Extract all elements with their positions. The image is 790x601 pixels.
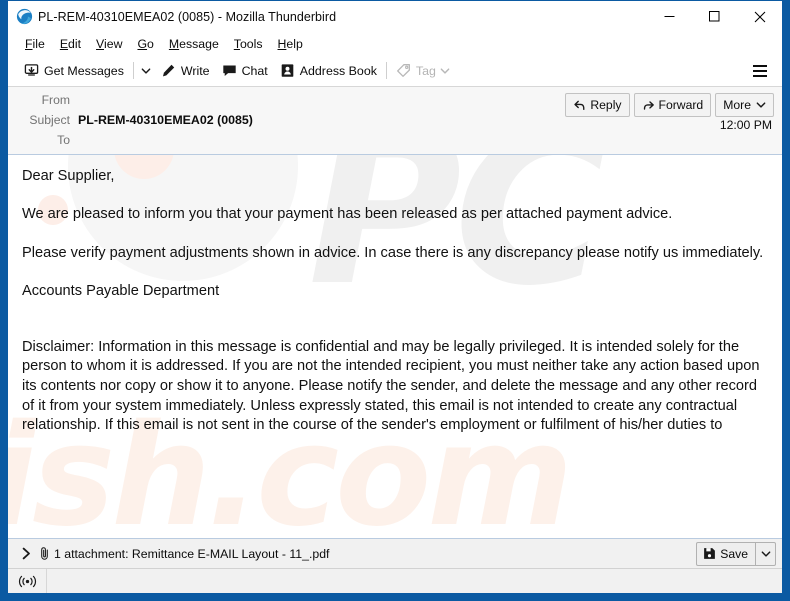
reply-arrow-icon bbox=[573, 99, 586, 112]
subject-value: PL-REM-40310EMEA02 (0085) bbox=[78, 113, 253, 127]
floppy-disk-icon bbox=[703, 547, 716, 560]
attachment-bar: 1 attachment: Remittance E-MAIL Layout -… bbox=[8, 538, 782, 568]
paperclip-icon bbox=[35, 546, 54, 561]
to-label: To bbox=[57, 133, 70, 147]
menu-go[interactable]: Go bbox=[130, 35, 161, 53]
toolbar-separator-1 bbox=[132, 62, 134, 79]
save-attachment-button[interactable]: Save bbox=[696, 541, 776, 566]
window-controls bbox=[647, 1, 782, 32]
menu-view-rest: iew bbox=[104, 36, 123, 51]
status-bar bbox=[8, 568, 782, 593]
message-header: Reply Forward More 12:00 PM From Subject… bbox=[8, 87, 782, 155]
forward-button[interactable]: Forward bbox=[633, 93, 712, 117]
body-greeting: Dear Supplier, bbox=[22, 168, 115, 184]
thunderbird-window: PL-REM-40310EMEA02 (0085) - Mozilla Thun… bbox=[0, 0, 790, 601]
title-bar: PL-REM-40310EMEA02 (0085) - Mozilla Thun… bbox=[8, 1, 782, 32]
more-button[interactable]: More bbox=[715, 93, 774, 117]
menu-help[interactable]: Help bbox=[271, 35, 311, 53]
close-icon[interactable] bbox=[737, 1, 782, 32]
tag-icon bbox=[396, 63, 411, 78]
more-label: More bbox=[723, 98, 751, 112]
get-messages-dropdown[interactable] bbox=[137, 58, 155, 84]
menu-file-rest: ile bbox=[32, 36, 45, 51]
more-chevron-down-icon bbox=[756, 100, 766, 110]
address-book-button[interactable]: Address Book bbox=[274, 58, 383, 84]
from-label: From bbox=[41, 93, 70, 107]
tag-label: Tag bbox=[415, 63, 436, 78]
menu-bar: File Edit View Go Message Tools Help bbox=[8, 32, 782, 55]
minimize-icon[interactable] bbox=[647, 1, 692, 32]
window-title: PL-REM-40310EMEA02 (0085) - Mozilla Thun… bbox=[38, 9, 337, 24]
download-inbox-icon bbox=[24, 63, 39, 78]
message-text: Dear Supplier, We are pleased to inform … bbox=[22, 167, 768, 436]
thunderbird-icon bbox=[16, 8, 33, 25]
menu-file[interactable]: File bbox=[18, 35, 53, 53]
save-label: Save bbox=[720, 546, 748, 561]
body-disclaimer: Disclaimer: Information in this message … bbox=[22, 338, 760, 434]
get-messages-label: Get Messages bbox=[44, 63, 124, 78]
menu-view[interactable]: View bbox=[89, 35, 130, 53]
attachment-label: 1 attachment: Remittance E-MAIL Layout -… bbox=[54, 546, 330, 561]
tag-dropdown-chevron-down-icon[interactable] bbox=[436, 58, 454, 84]
menu-message-rest: essage bbox=[179, 36, 219, 51]
subject-label: Subject bbox=[29, 113, 70, 127]
menu-tools[interactable]: Tools bbox=[227, 35, 271, 53]
chat-button[interactable]: Chat bbox=[216, 58, 274, 84]
chat-bubble-icon bbox=[222, 63, 237, 78]
maximize-icon[interactable] bbox=[692, 1, 737, 32]
menu-message[interactable]: Message bbox=[162, 35, 227, 53]
broadcast-online-icon[interactable] bbox=[8, 569, 47, 593]
menu-help-rest: elp bbox=[286, 36, 303, 51]
main-toolbar: Get Messages Write Chat Address Book Tag bbox=[8, 55, 782, 87]
save-button-main[interactable]: Save bbox=[697, 543, 755, 565]
tag-button[interactable]: Tag bbox=[390, 58, 460, 84]
reply-button[interactable]: Reply bbox=[565, 93, 630, 117]
header-row-to: To bbox=[8, 133, 782, 153]
get-messages-button[interactable]: Get Messages bbox=[18, 58, 130, 84]
window-inner: PL-REM-40310EMEA02 (0085) - Mozilla Thun… bbox=[8, 1, 782, 593]
write-button[interactable]: Write bbox=[155, 58, 216, 84]
attachment-expand-chevron-right-icon[interactable] bbox=[18, 544, 35, 564]
address-book-icon bbox=[280, 63, 295, 78]
menu-tools-rest: ools bbox=[239, 36, 263, 51]
pencil-icon bbox=[161, 63, 176, 78]
body-signature: Accounts Payable Department bbox=[22, 283, 220, 300]
reply-label: Reply bbox=[590, 98, 622, 112]
address-book-label: Address Book bbox=[299, 63, 377, 78]
menu-edit-rest: dit bbox=[68, 36, 82, 51]
message-actions: Reply Forward More bbox=[565, 93, 774, 117]
toolbar-separator-2 bbox=[385, 62, 387, 79]
app-menu-hamburger-icon[interactable] bbox=[750, 58, 770, 84]
message-body: PC ish.com Dear Supplier, We are pleased… bbox=[8, 155, 782, 538]
menu-go-rest: o bbox=[147, 36, 154, 51]
body-paragraph-1: We are pleased to inform you that your p… bbox=[22, 206, 673, 223]
forward-arrow-icon bbox=[642, 99, 655, 112]
message-timestamp: 12:00 PM bbox=[719, 118, 772, 132]
forward-label: Forward bbox=[658, 98, 704, 112]
chat-label: Chat bbox=[241, 63, 268, 78]
menu-edit[interactable]: Edit bbox=[53, 35, 89, 53]
write-label: Write bbox=[180, 63, 210, 78]
body-paragraph-2: Please verify payment adjustments shown … bbox=[22, 244, 764, 261]
save-dropdown-chevron-down-icon[interactable] bbox=[755, 542, 775, 565]
